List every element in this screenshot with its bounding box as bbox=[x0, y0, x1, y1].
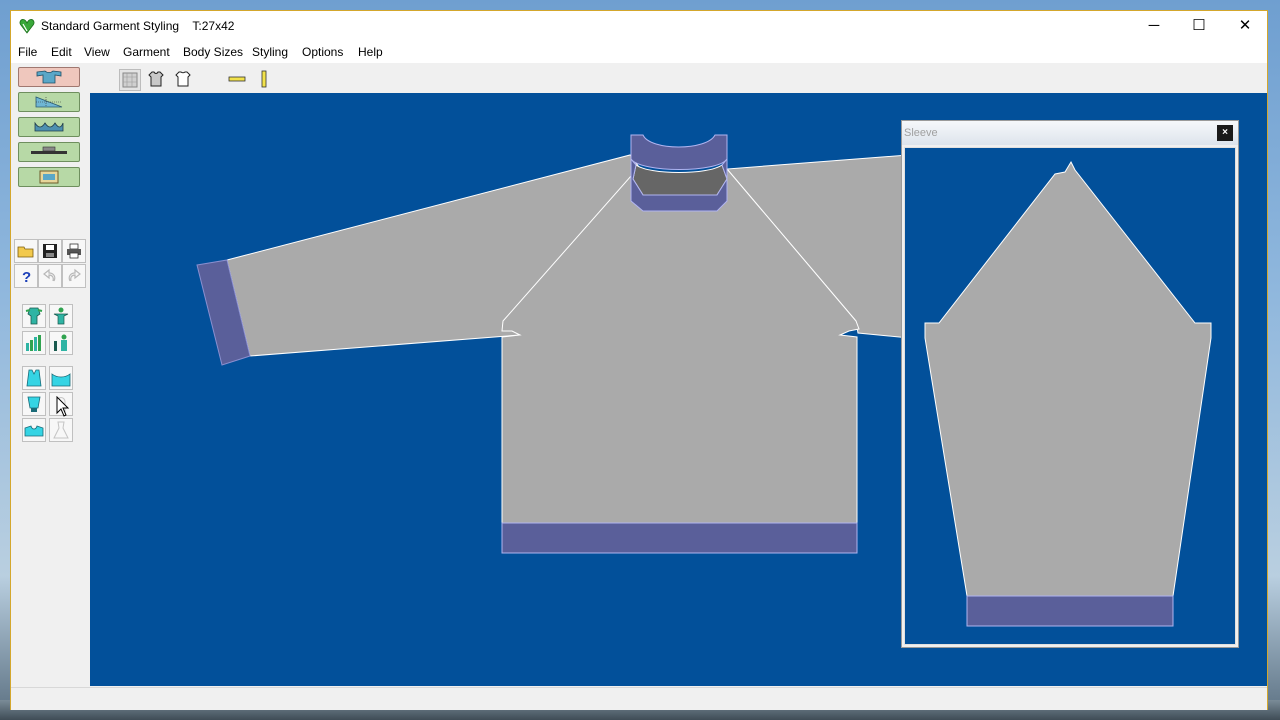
menu-styling[interactable]: Styling bbox=[252, 45, 288, 59]
skirt-style-icon[interactable] bbox=[22, 392, 46, 416]
menu-edit[interactable]: Edit bbox=[51, 45, 72, 59]
undo-icon bbox=[38, 264, 62, 288]
sleeve-cuff bbox=[966, 595, 1174, 627]
svg-text:?: ? bbox=[22, 269, 31, 284]
pattern-mode-icon[interactable] bbox=[18, 117, 80, 137]
sleeve-window-close-button[interactable]: × bbox=[1217, 125, 1233, 141]
collar-style-icon[interactable] bbox=[22, 418, 46, 442]
sleeve-drawing bbox=[924, 160, 1212, 627]
sleeve-window-titlebar: Sleeve × bbox=[902, 121, 1238, 145]
body-figure-icon[interactable] bbox=[49, 304, 73, 328]
status-bar bbox=[11, 687, 1267, 710]
menu-body-sizes[interactable]: Body Sizes bbox=[183, 45, 243, 59]
maximize-button[interactable]: ☐ bbox=[1176, 11, 1222, 41]
body-rib bbox=[501, 522, 858, 554]
sleeve-window: Sleeve × bbox=[901, 120, 1239, 648]
knit-mode-icon[interactable] bbox=[18, 142, 80, 162]
print-icon[interactable] bbox=[62, 239, 86, 263]
vertical-ruler-icon[interactable] bbox=[254, 69, 274, 89]
neckline-style-icon[interactable] bbox=[49, 366, 73, 390]
size-range-icon[interactable] bbox=[22, 331, 46, 355]
shaping-mode-icon[interactable] bbox=[18, 92, 80, 112]
heart-app-icon bbox=[19, 19, 35, 34]
grid-view-icon[interactable] bbox=[119, 69, 141, 91]
front-garment-icon[interactable] bbox=[146, 69, 166, 89]
sleeve-window-title: Sleeve bbox=[904, 127, 938, 139]
menu-view[interactable]: View bbox=[84, 45, 110, 59]
menu-options[interactable]: Options bbox=[302, 45, 343, 59]
sweater-mode-icon[interactable] bbox=[18, 67, 80, 87]
vest-style-icon[interactable] bbox=[22, 366, 46, 390]
dress-style-icon bbox=[49, 418, 73, 442]
title-bar: Standard Garment Styling T:27x42 ─ ☐ ✕ bbox=[11, 11, 1267, 41]
sleeve-shape bbox=[924, 160, 1212, 597]
app-title: Standard Garment Styling bbox=[41, 19, 180, 33]
back-garment-icon[interactable] bbox=[173, 69, 193, 89]
garment-canvas[interactable]: Sleeve × bbox=[90, 93, 1267, 686]
picture-mode-icon[interactable] bbox=[18, 167, 80, 187]
left-tool-panel: ? bbox=[11, 63, 89, 687]
horizontal-ruler-icon[interactable] bbox=[227, 69, 247, 89]
mouse-cursor-icon bbox=[56, 396, 70, 417]
menu-help[interactable]: Help bbox=[358, 45, 383, 59]
menu-bar: File Edit View Garment Body Sizes Stylin… bbox=[11, 41, 1267, 63]
measure-figure-icon[interactable] bbox=[49, 331, 73, 355]
menu-file[interactable]: File bbox=[18, 45, 37, 59]
neck-band-back bbox=[630, 134, 728, 170]
size-label: T:27x42 bbox=[192, 19, 235, 33]
menu-garment[interactable]: Garment bbox=[123, 45, 170, 59]
redo-icon bbox=[62, 264, 86, 288]
minimize-button[interactable]: ─ bbox=[1131, 11, 1177, 41]
dress-form-icon[interactable] bbox=[22, 304, 46, 328]
app-window: Standard Garment Styling T:27x42 ─ ☐ ✕ F… bbox=[10, 10, 1268, 710]
close-button[interactable]: ✕ bbox=[1222, 11, 1268, 41]
save-icon[interactable] bbox=[38, 239, 62, 263]
sleeve-canvas bbox=[904, 147, 1236, 645]
help-icon[interactable]: ? bbox=[14, 264, 38, 288]
window-title: Standard Garment Styling T:27x42 bbox=[41, 19, 234, 33]
open-folder-icon[interactable] bbox=[14, 239, 38, 263]
top-toolbar bbox=[11, 63, 1267, 93]
